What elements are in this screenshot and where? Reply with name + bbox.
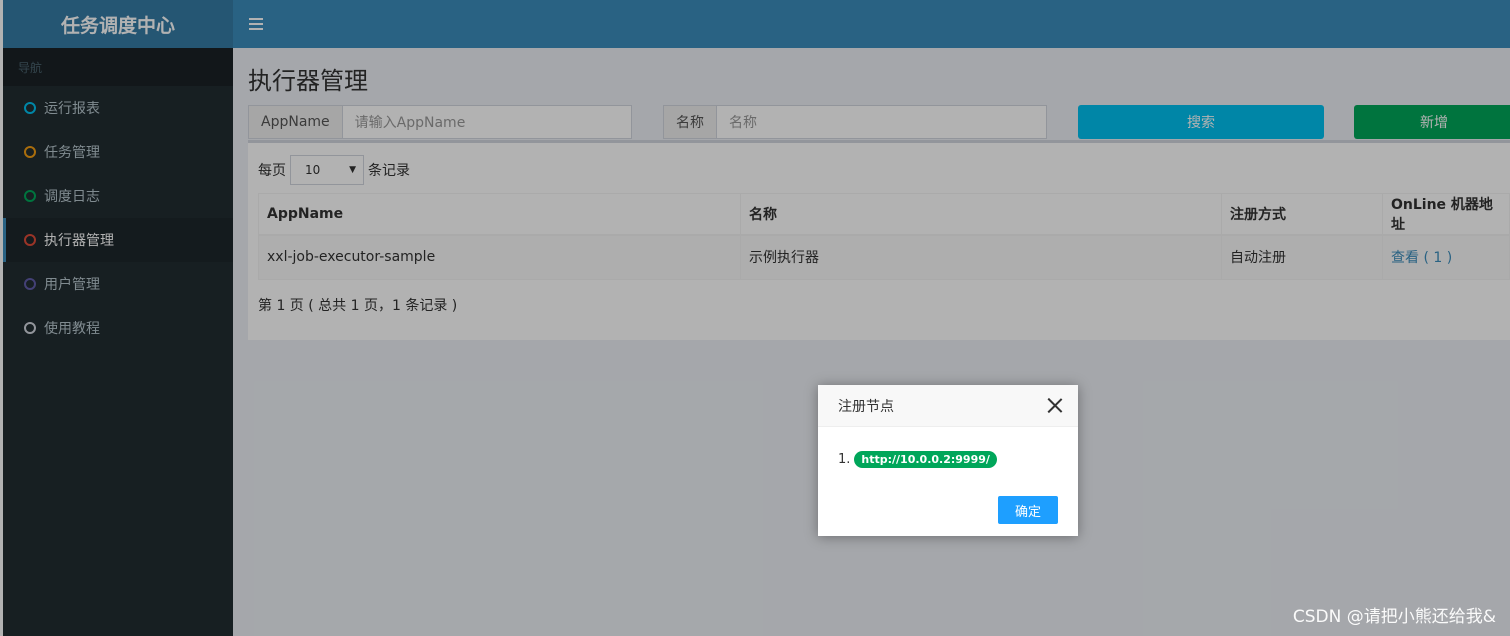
- node-index: 1.: [838, 452, 851, 467]
- registry-node-dialog: 注册节点 1. http://10.0.0.2:9999/ 确定: [818, 385, 1078, 536]
- watermark: CSDN @请把小熊还给我&: [1292, 607, 1496, 627]
- dialog-body: 1. http://10.0.0.2:9999/: [838, 451, 997, 468]
- modal-backdrop[interactable]: [0, 0, 1510, 636]
- dialog-header: 注册节点: [818, 385, 1078, 427]
- confirm-button[interactable]: 确定: [998, 496, 1058, 524]
- dialog-title: 注册节点: [838, 398, 894, 415]
- node-address-badge: http://10.0.0.2:9999/: [854, 451, 997, 468]
- close-icon[interactable]: [1047, 398, 1062, 413]
